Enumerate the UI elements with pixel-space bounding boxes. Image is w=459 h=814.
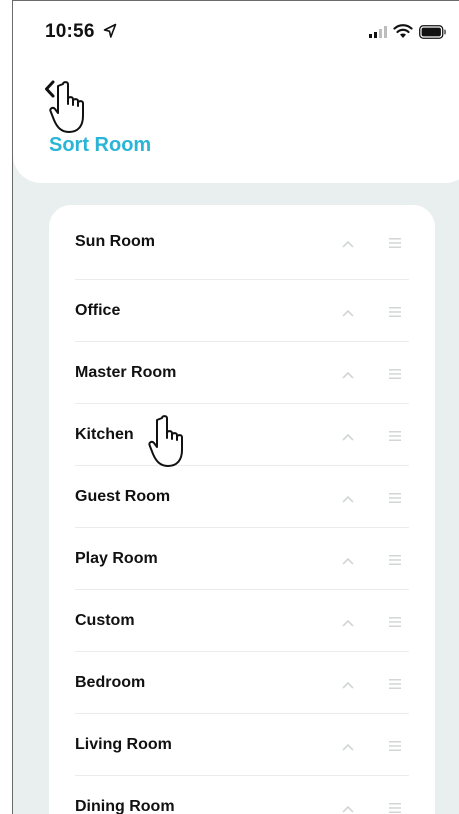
room-name: Sun Room xyxy=(75,233,155,250)
move-up-button[interactable] xyxy=(340,369,356,381)
room-row-play-room[interactable]: Play Room xyxy=(75,528,409,590)
drag-handle-icon[interactable] xyxy=(388,492,402,504)
battery-icon xyxy=(419,25,446,39)
room-name: Bedroom xyxy=(75,674,146,691)
chevron-up-icon xyxy=(342,557,354,565)
back-button[interactable] xyxy=(39,77,61,101)
chevron-up-icon xyxy=(342,805,354,813)
room-row-custom[interactable]: Custom xyxy=(75,590,409,652)
move-up-button[interactable] xyxy=(340,679,356,691)
status-time: 10:56 xyxy=(45,21,95,42)
move-up-button[interactable] xyxy=(340,493,356,505)
phone-screen: 10:56 Sort Room Sun Room Office Master R… xyxy=(12,0,459,814)
move-up-button[interactable] xyxy=(340,431,356,443)
page-title: Sort Room xyxy=(49,134,152,156)
room-row-living-room[interactable]: Living Room xyxy=(75,714,409,776)
chevron-up-icon xyxy=(342,371,354,379)
drag-handle-icon[interactable] xyxy=(388,306,402,318)
move-up-button[interactable] xyxy=(340,555,356,567)
drag-handle-icon[interactable] xyxy=(388,368,402,380)
drag-handle-icon[interactable] xyxy=(388,802,402,814)
chevron-up-icon xyxy=(342,495,354,503)
location-arrow-icon xyxy=(103,23,117,38)
room-name: Kitchen xyxy=(75,426,134,443)
drag-handle-icon[interactable] xyxy=(388,740,402,752)
room-row-dining-room[interactable]: Dining Room xyxy=(75,776,409,814)
status-bar: 10:56 xyxy=(13,1,459,61)
room-row-master-room[interactable]: Master Room xyxy=(75,342,409,404)
drag-handle-icon[interactable] xyxy=(388,430,402,442)
room-row-office[interactable]: Office xyxy=(75,280,409,342)
room-row-kitchen[interactable]: Kitchen xyxy=(75,404,409,466)
room-name: Dining Room xyxy=(75,798,175,814)
room-name: Office xyxy=(75,302,121,319)
chevron-left-icon xyxy=(45,80,55,98)
room-name: Living Room xyxy=(75,736,172,753)
chevron-up-icon xyxy=(342,743,354,751)
room-row-sun-room[interactable]: Sun Room xyxy=(75,205,409,280)
move-up-button[interactable] xyxy=(340,238,356,250)
chevron-up-icon xyxy=(342,240,354,248)
room-name: Master Room xyxy=(75,364,177,381)
chevron-up-icon xyxy=(342,619,354,627)
drag-handle-icon[interactable] xyxy=(388,678,402,690)
drag-handle-icon[interactable] xyxy=(388,616,402,628)
chevron-up-icon xyxy=(342,433,354,441)
drag-handle-icon[interactable] xyxy=(388,237,402,249)
header-panel: 10:56 Sort Room xyxy=(13,1,459,183)
room-name: Guest Room xyxy=(75,488,171,505)
room-name: Custom xyxy=(75,612,135,629)
room-list-card: Sun Room Office Master Room Kitchen Gues… xyxy=(49,205,435,814)
move-up-button[interactable] xyxy=(340,803,356,814)
move-up-button[interactable] xyxy=(340,307,356,319)
move-up-button[interactable] xyxy=(340,741,356,753)
wifi-icon xyxy=(393,24,413,38)
room-name: Play Room xyxy=(75,550,158,567)
chevron-up-icon xyxy=(342,309,354,317)
room-row-bedroom[interactable]: Bedroom xyxy=(75,652,409,714)
cellular-signal-icon xyxy=(369,26,387,38)
chevron-up-icon xyxy=(342,681,354,689)
move-up-button[interactable] xyxy=(340,617,356,629)
drag-handle-icon[interactable] xyxy=(388,554,402,566)
room-row-guest-room[interactable]: Guest Room xyxy=(75,466,409,528)
